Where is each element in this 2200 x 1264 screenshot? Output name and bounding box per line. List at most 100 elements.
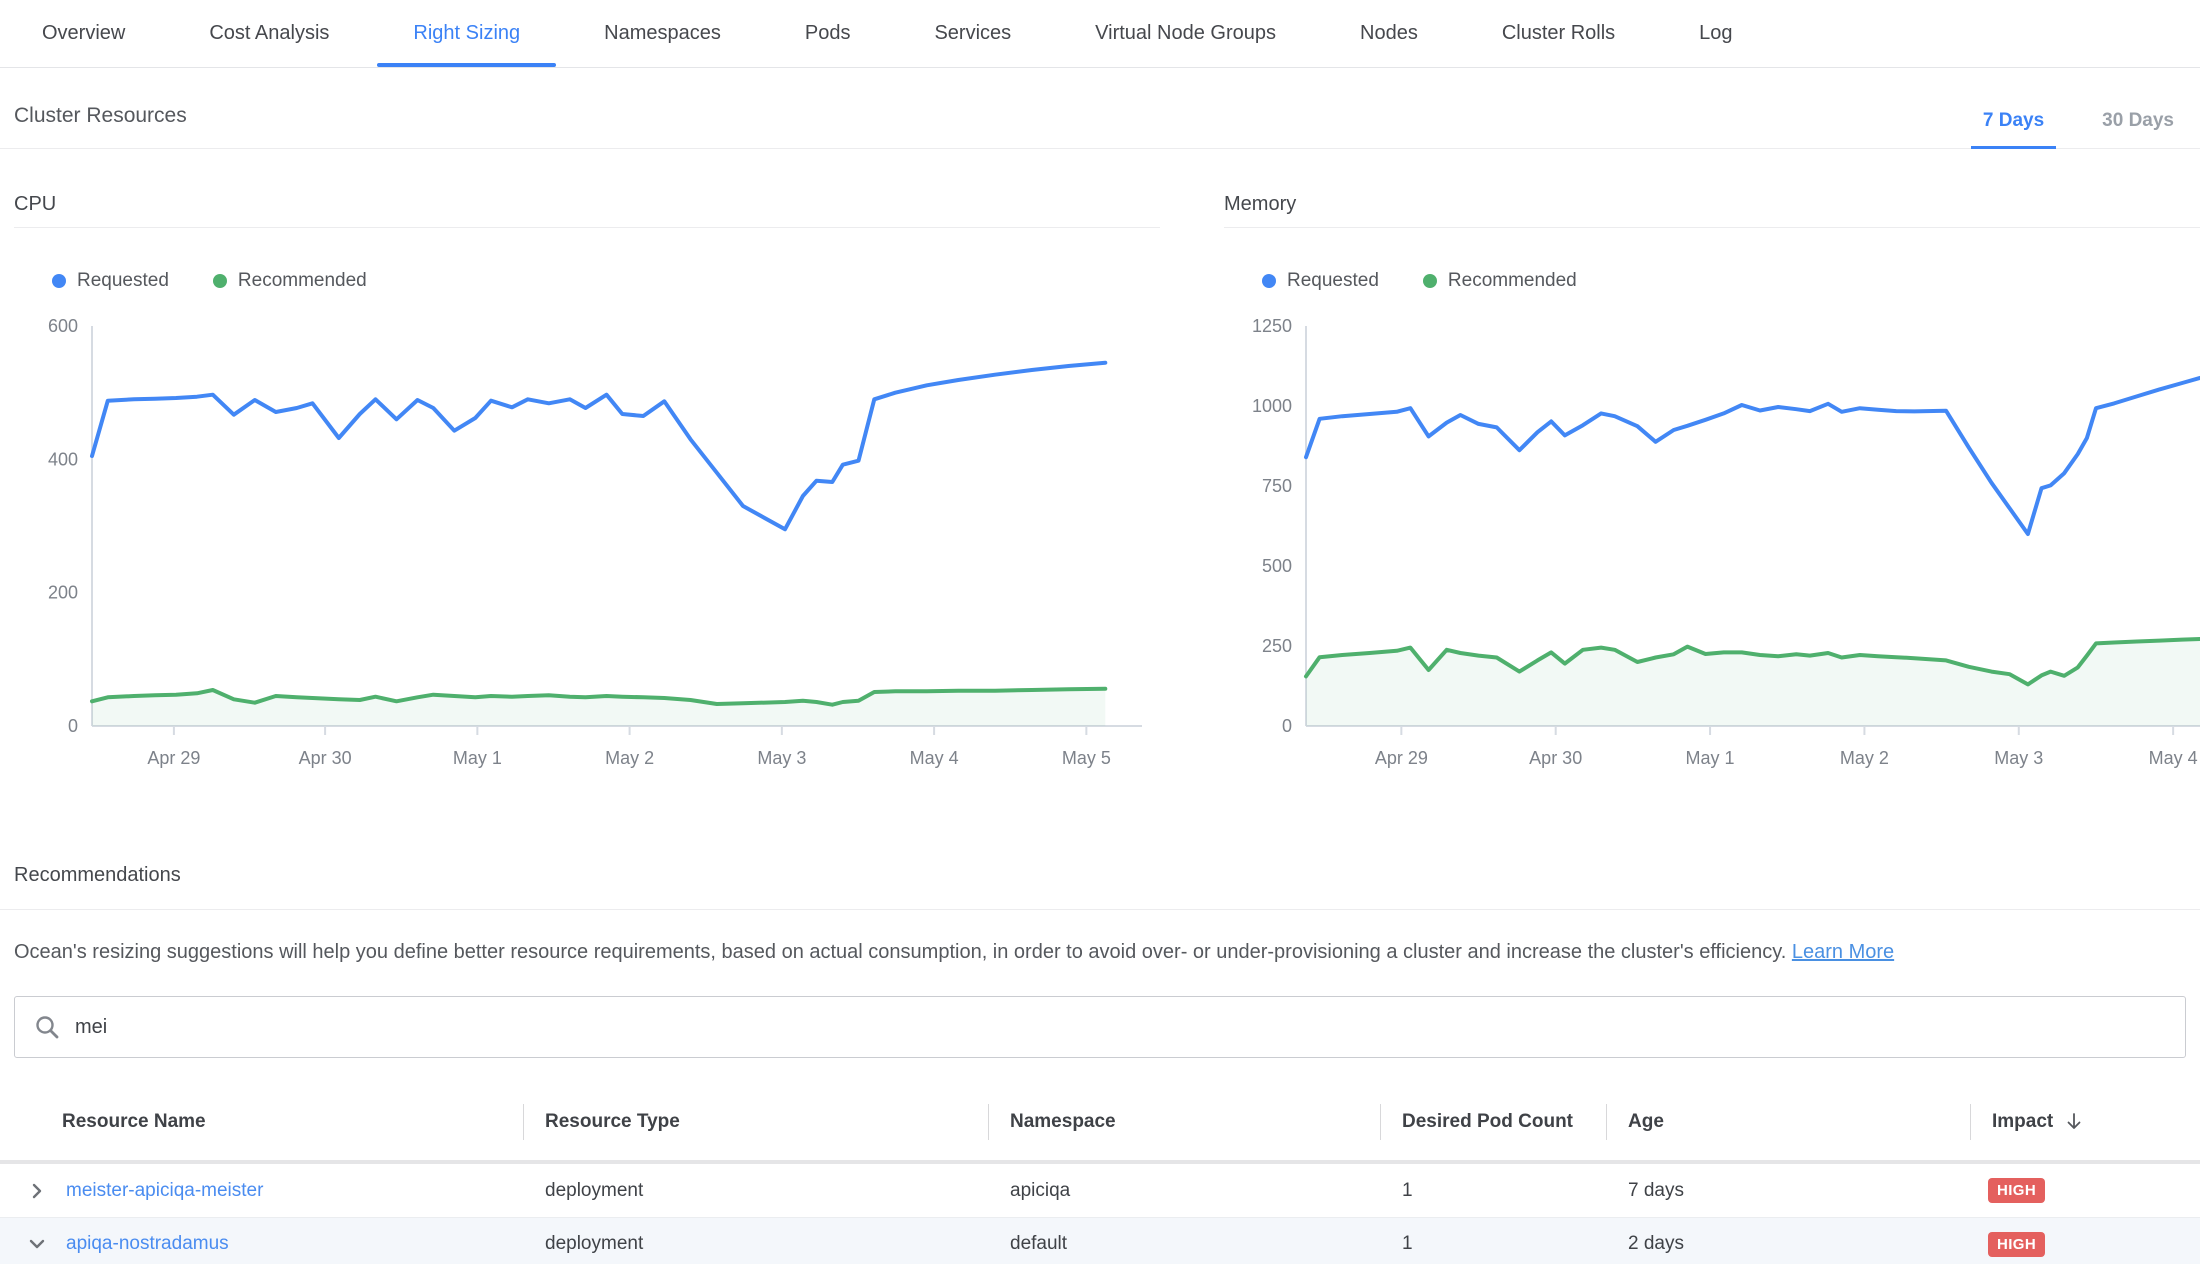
column-label-age: Age — [1628, 1111, 1664, 1133]
recommendations-description-text: Ocean's resizing suggestions will help y… — [14, 941, 1786, 963]
impact-badge-high: HIGH — [1988, 1232, 2045, 1257]
tab-right-sizing[interactable]: Right Sizing — [371, 0, 562, 67]
svg-text:May 1: May 1 — [453, 748, 502, 768]
resource-name-cell: apiqa-nostradamus — [0, 1233, 523, 1255]
age-cell: 7 days — [1606, 1180, 1970, 1202]
resource-type-cell: deployment — [523, 1180, 988, 1202]
pod-count-cell: 1 — [1380, 1233, 1606, 1255]
cpu-requested-line — [92, 363, 1105, 530]
table-row-apiqa-nostradamus[interactable]: apiqa-nostradamusdeploymentdefault12 day… — [0, 1217, 2200, 1264]
column-header-age[interactable]: Age — [1606, 1084, 1970, 1160]
column-label-desired-pod-count: Desired Pod Count — [1402, 1111, 1573, 1133]
cpu-chart-legend: Requested Recommended — [52, 270, 1160, 292]
tab-overview[interactable]: Overview — [0, 0, 167, 67]
requested-legend-label: Requested — [1287, 270, 1379, 292]
tab-virtual-node-groups[interactable]: Virtual Node Groups — [1053, 0, 1318, 67]
svg-text:May 1: May 1 — [1686, 748, 1735, 768]
recommended-legend-dot — [1423, 274, 1437, 288]
table-body: meister-apiciqa-meisterdeploymentapiciqa… — [0, 1164, 2200, 1264]
resource-name-link[interactable]: meister-apiciqa-meister — [66, 1180, 263, 1202]
top-tab-bar: OverviewCost AnalysisRight SizingNamespa… — [0, 0, 2200, 68]
svg-text:May 3: May 3 — [1994, 748, 2043, 768]
svg-text:600: 600 — [48, 316, 78, 336]
recommendations-header: Recommendations — [0, 864, 2200, 910]
learn-more-link[interactable]: Learn More — [1792, 941, 1894, 963]
svg-text:May 3: May 3 — [757, 748, 806, 768]
requested-legend-label: Requested — [77, 270, 169, 292]
tab-log[interactable]: Log — [1657, 0, 1774, 67]
legend-item-recommended[interactable]: Recommended — [1423, 270, 1577, 292]
column-header-resource-type[interactable]: Resource Type — [523, 1084, 988, 1160]
tab-cluster-rolls[interactable]: Cluster Rolls — [1460, 0, 1657, 67]
cpu-chart: 0 200 400 600 Apr 29 Apr 30 May 1 May 2 May 3 May… — [14, 306, 1160, 778]
svg-text:750: 750 — [1262, 476, 1292, 496]
cpu-recommended-area — [92, 689, 1105, 726]
pod-count-cell: 1 — [1380, 1180, 1606, 1202]
legend-item-requested[interactable]: Requested — [1262, 270, 1379, 292]
requested-legend-dot — [1262, 274, 1276, 288]
requested-legend-dot — [52, 274, 66, 288]
svg-text:400: 400 — [48, 449, 78, 469]
recommendations-table: Resource Name Resource Type Namespace Desir… — [0, 1084, 2200, 1264]
svg-text:250: 250 — [1262, 636, 1292, 656]
namespace-cell: default — [988, 1233, 1380, 1255]
recommendations-title: Recommendations — [14, 864, 2186, 887]
legend-item-recommended[interactable]: Recommended — [213, 270, 367, 292]
column-header-desired-pod-count[interactable]: Desired Pod Count — [1380, 1084, 1606, 1160]
svg-text:1250: 1250 — [1252, 316, 1292, 336]
table-header-row: Resource Name Resource Type Namespace Desir… — [0, 1084, 2200, 1164]
svg-text:200: 200 — [48, 583, 78, 603]
tab-pods[interactable]: Pods — [763, 0, 893, 67]
cpu-chart-title: CPU — [14, 193, 1160, 228]
search-input[interactable] — [75, 1016, 2167, 1039]
recommended-legend-label: Recommended — [1448, 270, 1577, 292]
tab-namespaces[interactable]: Namespaces — [562, 0, 763, 67]
period-30-days[interactable]: 30 Days — [2090, 110, 2186, 148]
memory-chart-legend: Requested Recommended — [1262, 270, 2200, 292]
svg-text:May 2: May 2 — [605, 748, 654, 768]
legend-item-requested[interactable]: Requested — [52, 270, 169, 292]
svg-text:Apr 29: Apr 29 — [1375, 748, 1428, 768]
column-label-impact: Impact — [1992, 1111, 2053, 1133]
cluster-resources-header: Cluster Resources 7 Days 30 Days — [0, 68, 2200, 149]
memory-chart-title: Memory — [1224, 193, 2200, 228]
svg-text:Apr 30: Apr 30 — [1529, 748, 1582, 768]
column-label-resource-name: Resource Name — [62, 1111, 206, 1133]
svg-text:0: 0 — [68, 716, 78, 736]
chevron-right-icon[interactable] — [28, 1182, 46, 1200]
svg-text:1000: 1000 — [1252, 396, 1292, 416]
charts-row: CPU Requested Recommended 0 200 400 600 Apr 2… — [0, 193, 2200, 778]
cpu-chart-panel: CPU Requested Recommended 0 200 400 600 Apr 2… — [14, 193, 1160, 778]
svg-text:500: 500 — [1262, 556, 1292, 576]
search-box — [14, 996, 2186, 1058]
svg-text:Apr 29: Apr 29 — [147, 748, 200, 768]
column-label-namespace: Namespace — [1010, 1111, 1116, 1133]
period-toggle: 7 Days 30 Days — [1971, 110, 2186, 148]
recommended-legend-dot — [213, 274, 227, 288]
resource-type-cell: deployment — [523, 1233, 988, 1255]
resource-name-link[interactable]: apiqa-nostradamus — [66, 1233, 229, 1255]
period-7-days[interactable]: 7 Days — [1971, 110, 2056, 148]
column-label-resource-type: Resource Type — [545, 1111, 680, 1133]
tab-nodes[interactable]: Nodes — [1318, 0, 1460, 67]
chevron-down-icon[interactable] — [28, 1235, 46, 1253]
recommendations-description: Ocean's resizing suggestions will help y… — [14, 938, 2186, 966]
column-header-resource-name[interactable]: Resource Name — [0, 1084, 523, 1160]
memory-chart-panel: Memory RequestedRecommended 025050075010… — [1224, 193, 2200, 778]
column-header-namespace[interactable]: Namespace — [988, 1084, 1380, 1160]
cluster-resources-title: Cluster Resources — [14, 104, 187, 148]
search-icon — [33, 1013, 61, 1041]
memory-recommended-area — [1306, 638, 2200, 726]
memory-requested-line — [1306, 373, 2200, 534]
right-sizing-page: OverviewCost AnalysisRight SizingNamespa… — [0, 0, 2200, 1264]
svg-text:Apr 30: Apr 30 — [299, 748, 352, 768]
impact-cell: HIGH — [1970, 1232, 2200, 1257]
tab-services[interactable]: Services — [892, 0, 1053, 67]
resource-name-cell: meister-apiciqa-meister — [0, 1180, 523, 1202]
impact-cell: HIGH — [1970, 1178, 2200, 1203]
svg-text:May 4: May 4 — [2149, 748, 2198, 768]
svg-text:May 4: May 4 — [910, 748, 959, 768]
table-row-meister-apiciqa-meister[interactable]: meister-apiciqa-meisterdeploymentapiciqa… — [0, 1164, 2200, 1217]
tab-cost-analysis[interactable]: Cost Analysis — [167, 0, 371, 67]
column-header-impact[interactable]: Impact — [1970, 1084, 2200, 1160]
